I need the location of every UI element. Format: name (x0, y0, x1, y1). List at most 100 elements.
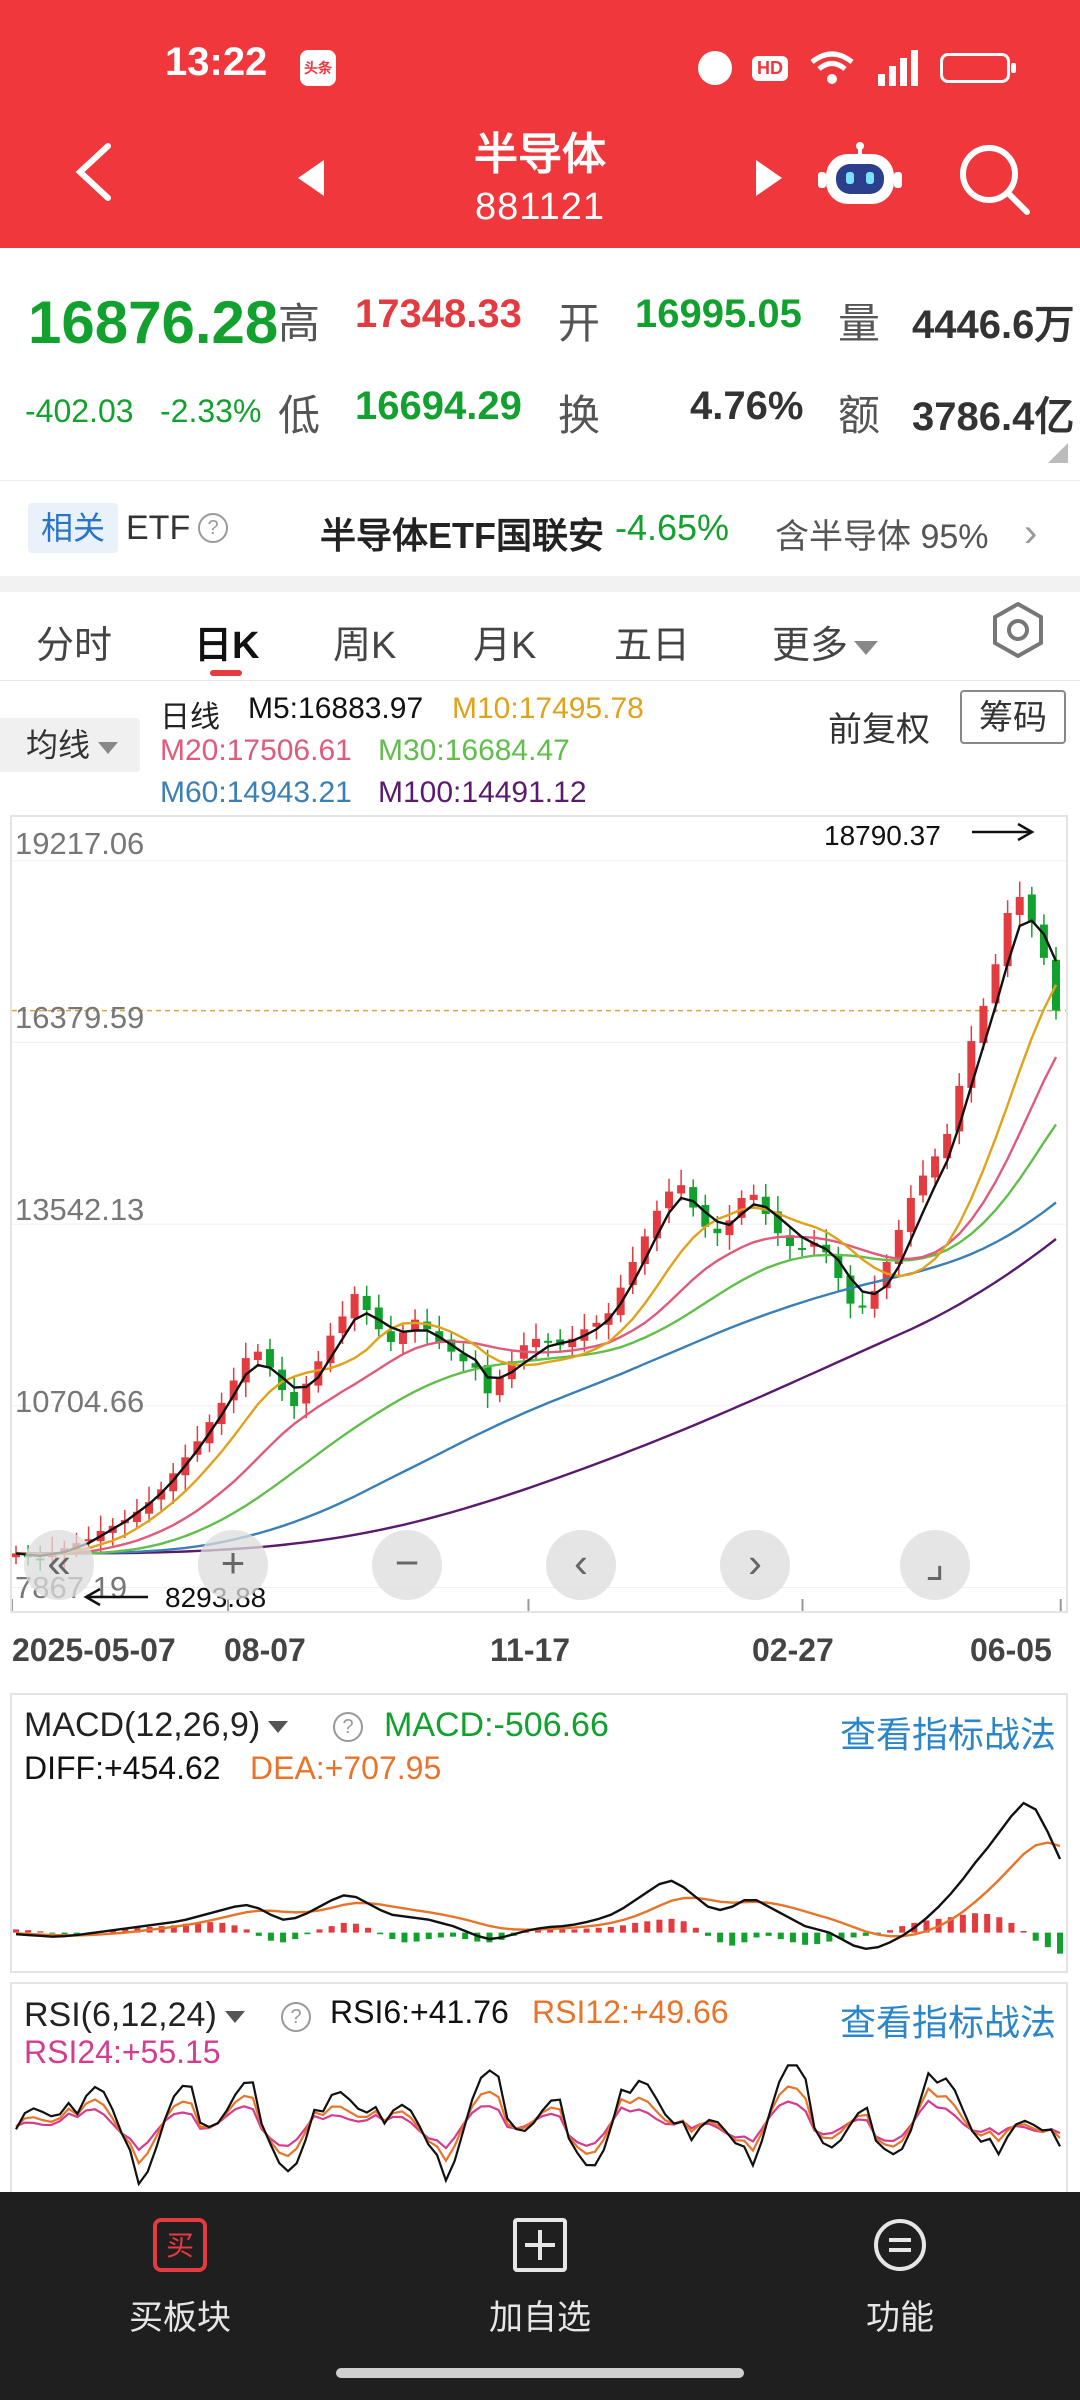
ma5-value: M5:16883.97 (248, 692, 424, 725)
help-icon[interactable]: ? (333, 1712, 363, 1742)
candle-body (290, 1392, 299, 1407)
candle-body (544, 1340, 553, 1343)
candle-body (253, 1351, 262, 1360)
current-price: 16876.28 (28, 289, 279, 356)
open-label: 开 (558, 300, 601, 347)
macd-bar (571, 1929, 578, 1933)
robot-assistant-icon[interactable] (818, 142, 902, 208)
macd-bar (656, 1919, 663, 1933)
fullscreen-button[interactable]: ⌟ (900, 1530, 970, 1600)
ma60-value: M60:14943.21 (160, 776, 352, 809)
zoom-in-button[interactable]: + (198, 1530, 268, 1600)
candle-body (338, 1316, 347, 1334)
macd-bar (765, 1932, 772, 1936)
ma-type-selector[interactable]: 均线 (0, 718, 140, 772)
collapse-button[interactable]: « (24, 1530, 94, 1600)
chips-button[interactable]: 筹码 (960, 690, 1066, 744)
tab-daily-k[interactable]: 日K (194, 614, 259, 669)
y-tick-label: 10704.66 (15, 1384, 145, 1419)
rsi-indicator-selector[interactable]: RSI(6,12,24) (24, 1996, 245, 2035)
quote-panel: 16876.28 -402.03 -2.33% 高 17348.33 低 166… (0, 248, 1080, 478)
macd-strategy-link[interactable]: 查看指标战法 (840, 1706, 1056, 1758)
macd-bar (1057, 1932, 1063, 1954)
period-tabs: 分时 日K 周K 月K 五日 更多 (0, 592, 1080, 681)
candle-body (677, 1185, 686, 1194)
macd-bar (352, 1923, 359, 1933)
help-icon[interactable]: ? (198, 513, 228, 543)
section-divider (0, 576, 1080, 592)
ma-line-m100 (16, 1238, 1057, 1555)
y-tick-label: 13542.13 (15, 1192, 145, 1227)
chevron-right-icon: › (1024, 511, 1038, 555)
wifi-icon (810, 51, 854, 84)
rsi-selector-label: RSI(6,12,24) (24, 1996, 217, 2034)
ma10-value: M10:17495.78 (452, 692, 644, 725)
back-icon[interactable] (70, 142, 118, 202)
dropdown-arrow-icon (98, 741, 119, 754)
macd-bar (668, 1918, 675, 1933)
expand-corner-icon[interactable] (1048, 443, 1068, 463)
macd-bar (559, 1929, 566, 1933)
macd-bar (814, 1932, 821, 1944)
y-tick-label: 19217.06 (15, 826, 145, 861)
candle-body (495, 1377, 504, 1396)
tab-more[interactable]: 更多 (772, 614, 879, 669)
alarm-icon (698, 51, 732, 85)
x-tick-label: 11-17 (490, 1632, 571, 1668)
kline-svg (12, 860, 1066, 1611)
macd-bar (1032, 1932, 1039, 1941)
buy-sector-button[interactable]: 买 买板块 (0, 2192, 360, 2362)
add-watchlist-label: 加自选 (489, 2299, 591, 2337)
tab-five-day[interactable]: 五日 (614, 614, 690, 669)
candle-body (749, 1194, 758, 1200)
scroll-right-button[interactable]: › (720, 1530, 790, 1600)
macd-bar (717, 1932, 724, 1943)
low-value: 16694.29 (355, 384, 522, 428)
candle-body (265, 1349, 274, 1368)
amount-value: 3786.4亿 (912, 395, 1075, 439)
zoom-out-button[interactable]: − (372, 1530, 442, 1600)
dropdown-arrow-icon (854, 640, 879, 655)
macd-indicator-selector[interactable]: MACD(12,26,9) (24, 1706, 289, 1745)
macd-bar (267, 1932, 274, 1941)
x-tick-label: 02-27 (752, 1632, 834, 1668)
macd-bar (996, 1917, 1003, 1933)
add-watchlist-button[interactable]: 加自选 (360, 2192, 720, 2362)
tab-intraday[interactable]: 分时 (36, 614, 112, 669)
rsi-strategy-link[interactable]: 查看指标战法 (840, 1994, 1056, 2046)
candle-body (967, 1041, 976, 1088)
status-bar: 13:22 头条 HD (0, 0, 1080, 130)
macd-bar (753, 1932, 760, 1938)
tab-monthly-k[interactable]: 月K (473, 614, 536, 669)
y-tick-label: 16379.59 (15, 1000, 145, 1035)
adjust-mode-button[interactable]: 前复权 (828, 702, 930, 751)
next-sector-arrow-icon[interactable] (756, 160, 782, 196)
macd-bar (704, 1932, 711, 1936)
status-time: 13:22 (165, 40, 268, 84)
macd-bar (462, 1932, 469, 1940)
amount-label: 额 (838, 392, 881, 439)
candle-body (1015, 897, 1024, 915)
home-indicator[interactable] (336, 2368, 744, 2378)
turnover-label: 换 (558, 392, 601, 439)
tab-weekly-k[interactable]: 周K (333, 614, 396, 669)
prev-sector-arrow-icon[interactable] (298, 160, 324, 196)
search-icon[interactable] (955, 140, 1035, 220)
macd-bar (61, 1932, 68, 1935)
buy-icon: 买 (153, 2218, 207, 2272)
macd-bar (777, 1932, 784, 1940)
candle-body (713, 1228, 722, 1234)
macd-bar (450, 1932, 457, 1937)
function-button[interactable]: 功能 (720, 2192, 1080, 2362)
ma30-value: M30:16684.47 (378, 734, 570, 767)
open-value: 16995.05 (635, 292, 802, 336)
related-etf-bar[interactable]: 相关 ETF ? 半导体ETF国联安 -4.65% 含半导体 95% › (0, 480, 1080, 577)
macd-bar (231, 1925, 238, 1933)
macd-bar (389, 1932, 396, 1940)
scroll-left-button[interactable]: ‹ (546, 1530, 616, 1600)
help-icon[interactable]: ? (281, 2002, 311, 2032)
active-tab-indicator (210, 670, 242, 676)
high-label: 高 (278, 300, 321, 347)
kline-chart[interactable] (10, 815, 1068, 1613)
settings-icon[interactable] (990, 602, 1046, 658)
